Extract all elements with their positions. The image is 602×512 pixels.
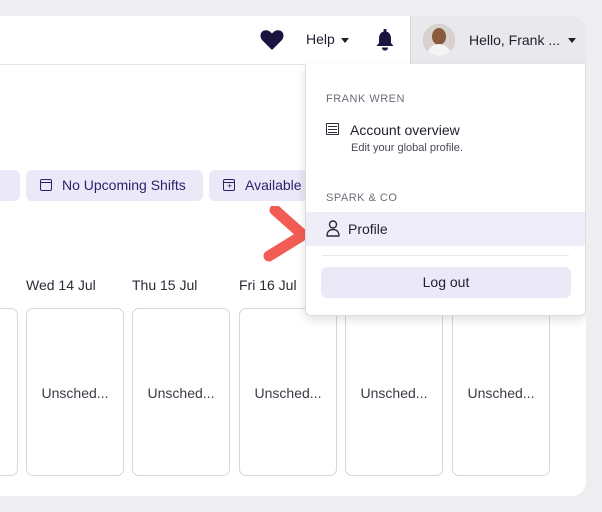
- chevron-down-icon: [340, 37, 349, 43]
- day-label-fri: Fri 16 Jul: [239, 277, 297, 293]
- day-card[interactable]: Unsched...: [239, 308, 337, 476]
- divider: [322, 255, 569, 256]
- person-icon: [326, 220, 340, 237]
- section-label-org: SPARK & CO: [326, 192, 398, 204]
- day-card[interactable]: Unsched...: [132, 308, 230, 476]
- profile-label: Profile: [348, 221, 388, 237]
- day-status: Unsched...: [360, 385, 428, 401]
- day-card[interactable]: Unsched...: [452, 308, 550, 476]
- calendar-icon: [40, 179, 52, 191]
- day-card[interactable]: Unsched...: [345, 308, 443, 476]
- day-label-wed: Wed 14 Jul: [26, 277, 96, 293]
- user-dropdown-menu: FRANK WREN Account overview Edit your gl…: [305, 64, 586, 316]
- chevron-down-icon: [568, 38, 576, 43]
- day-card-partial[interactable]: [0, 308, 18, 476]
- list-icon: [326, 123, 339, 135]
- day-label-thu: Thu 15 Jul: [132, 277, 198, 293]
- filter-chip-partial[interactable]: [0, 170, 20, 201]
- filter-chip-label: No Upcoming Shifts: [62, 177, 186, 193]
- logout-button[interactable]: Log out: [321, 267, 571, 298]
- pointer-arrow-icon: [263, 206, 309, 262]
- day-status: Unsched...: [147, 385, 215, 401]
- app-window: Help Hello, Frank ... No Upcoming Shifts…: [0, 16, 586, 496]
- heart-icon[interactable]: [259, 28, 285, 52]
- filter-chip-no-upcoming-shifts[interactable]: No Upcoming Shifts: [26, 170, 203, 201]
- section-label-user: FRANK WREN: [326, 93, 405, 105]
- day-status: Unsched...: [254, 385, 322, 401]
- avatar: [423, 24, 455, 56]
- filter-chip-label: Available: [245, 177, 302, 193]
- help-label: Help: [306, 31, 335, 47]
- help-menu[interactable]: Help: [306, 31, 349, 47]
- day-status: Unsched...: [467, 385, 535, 401]
- menu-item-profile[interactable]: Profile: [306, 212, 585, 246]
- day-status: Unsched...: [41, 385, 109, 401]
- user-greeting: Hello, Frank ...: [469, 32, 561, 48]
- filter-chip-available[interactable]: + Available: [209, 170, 309, 201]
- user-menu-button[interactable]: Hello, Frank ...: [410, 16, 586, 64]
- calendar-plus-icon: +: [223, 179, 235, 191]
- day-card[interactable]: Unsched...: [26, 308, 124, 476]
- top-bar: Help Hello, Frank ...: [0, 16, 586, 65]
- account-overview-label: Account overview: [350, 122, 460, 138]
- account-overview-subtitle: Edit your global profile.: [351, 142, 463, 154]
- bell-icon[interactable]: [374, 28, 396, 52]
- logout-label: Log out: [422, 274, 470, 290]
